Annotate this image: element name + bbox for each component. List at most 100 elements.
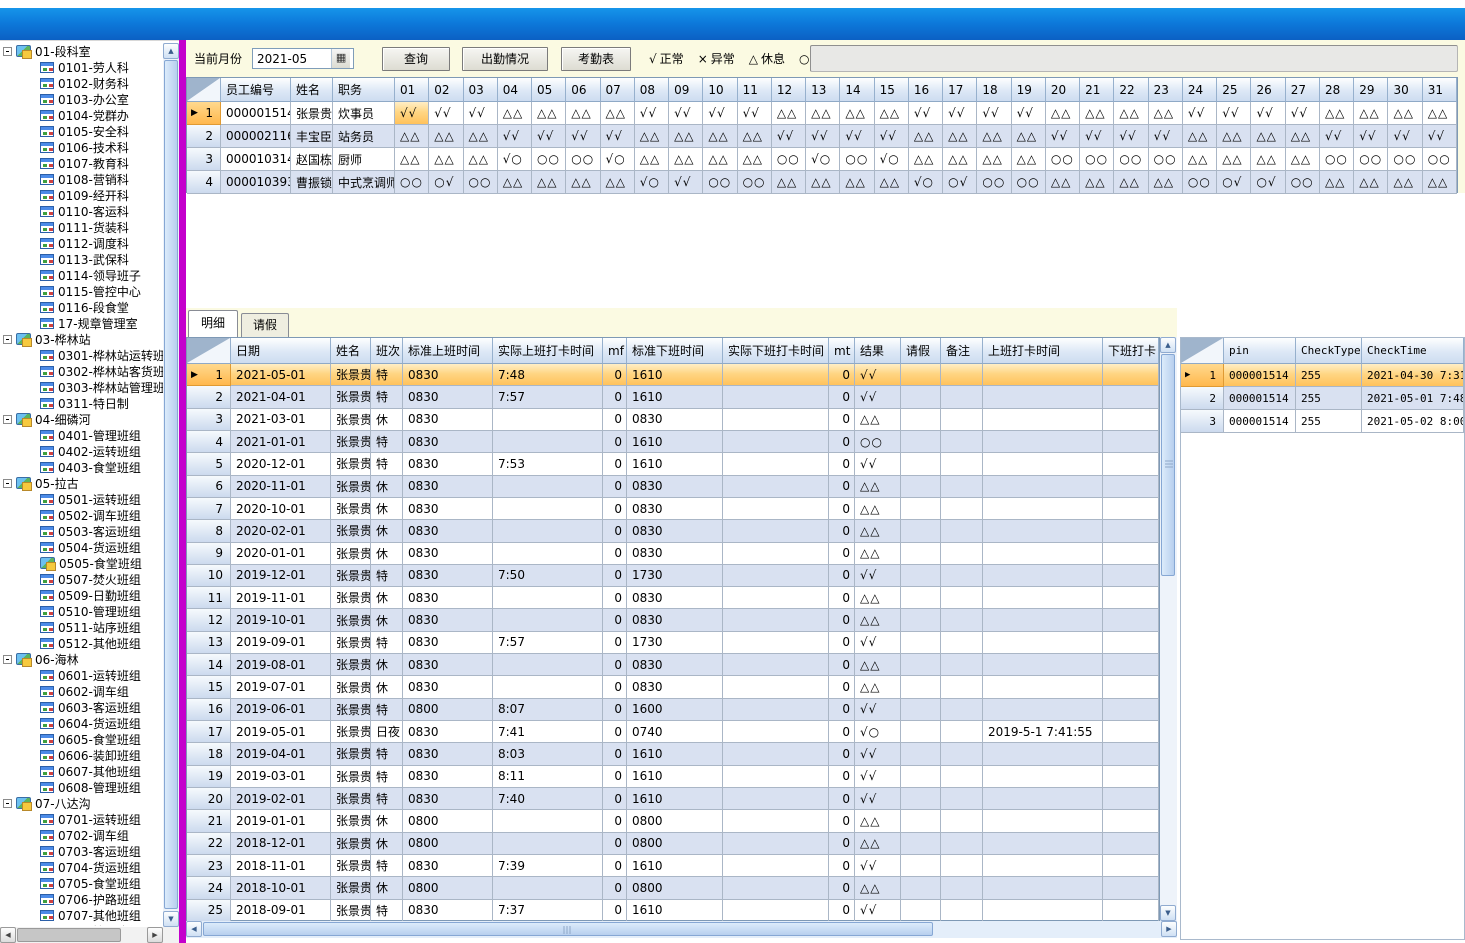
detail-cell[interactable]: 0800 — [627, 833, 723, 855]
day-column-header[interactable]: 07 — [601, 78, 635, 102]
tree-group-row[interactable]: 06-海林 — [0, 651, 163, 667]
detail-cell[interactable] — [941, 431, 983, 453]
detail-cell[interactable] — [1103, 743, 1159, 765]
row-header[interactable]: 15 — [187, 676, 231, 698]
detail-cell[interactable]: √√ — [855, 766, 901, 788]
detail-cell[interactable]: 0830 — [403, 676, 493, 698]
day-cell[interactable]: ○○ — [977, 171, 1011, 194]
detail-cell[interactable]: 0 — [829, 654, 855, 676]
day-cell[interactable]: △△ — [532, 102, 566, 125]
detail-cell[interactable] — [941, 788, 983, 810]
tree-item-row[interactable]: 0311-特日制 — [0, 395, 163, 411]
detail-cell[interactable] — [1103, 543, 1159, 565]
detail-cell[interactable]: 张景贵 — [331, 810, 371, 832]
day-cell[interactable]: △△ — [1286, 148, 1320, 171]
detail-cell[interactable]: 0830 — [403, 766, 493, 788]
detail-cell[interactable]: 休 — [371, 498, 403, 520]
day-cell[interactable]: ○√ — [1251, 171, 1285, 194]
row-header[interactable]: 19 — [187, 766, 231, 788]
detail-cell[interactable]: 0830 — [627, 609, 723, 631]
detail-cell[interactable]: 0830 — [403, 565, 493, 587]
row-header[interactable]: 3 — [1181, 410, 1224, 433]
tree-item-row[interactable]: 0604-货运班组 — [0, 715, 163, 731]
detail-cell[interactable]: 0740 — [627, 721, 723, 743]
detail-cell[interactable]: 1610 — [627, 453, 723, 475]
detail-cell[interactable] — [901, 476, 941, 498]
row-header[interactable]: 2 — [187, 386, 231, 408]
day-cell[interactable]: △△ — [1217, 148, 1251, 171]
day-cell[interactable]: △△ — [429, 125, 463, 148]
row-header[interactable]: 18 — [187, 743, 231, 765]
day-cell[interactable]: ○○ — [840, 148, 874, 171]
detail-cell[interactable]: 0830 — [403, 900, 493, 922]
detail-cell[interactable]: √√ — [855, 855, 901, 877]
detail-cell[interactable]: 张景贵 — [331, 386, 371, 408]
day-cell[interactable]: √√ — [669, 171, 703, 194]
detail-cell[interactable]: 1610 — [627, 900, 723, 922]
day-cell[interactable]: △△ — [464, 125, 498, 148]
day-cell[interactable]: √√ — [875, 125, 909, 148]
detail-cell[interactable] — [901, 453, 941, 475]
tree-main-splitter[interactable] — [179, 40, 186, 943]
detail-cell[interactable]: 0800 — [627, 877, 723, 899]
day-cell[interactable]: √√ — [669, 102, 703, 125]
detail-cell[interactable]: 1730 — [627, 565, 723, 587]
detail-cell[interactable] — [983, 498, 1103, 520]
detail-cell[interactable]: 2019-01-01 — [231, 810, 331, 832]
detail-cell[interactable] — [1103, 587, 1159, 609]
tree-group-row[interactable]: 05-拉古 — [0, 475, 163, 491]
day-cell[interactable]: △△ — [1354, 102, 1388, 125]
detail-cell[interactable] — [983, 676, 1103, 698]
day-cell[interactable]: △△ — [635, 148, 669, 171]
day-cell[interactable]: ○○ — [532, 148, 566, 171]
collapse-icon[interactable] — [3, 47, 12, 56]
day-cell[interactable]: △△ — [943, 148, 977, 171]
day-cell[interactable]: √√ — [601, 125, 635, 148]
detail-cell[interactable]: 2019-08-01 — [231, 654, 331, 676]
day-cell[interactable]: △△ — [977, 125, 1011, 148]
day-column-header[interactable]: 03 — [464, 78, 498, 102]
detail-cell[interactable] — [1103, 409, 1159, 431]
detail-cell[interactable] — [983, 609, 1103, 631]
collapse-icon[interactable] — [3, 415, 12, 424]
detail-cell[interactable]: △△ — [855, 833, 901, 855]
detail-cell[interactable]: 0 — [603, 431, 627, 453]
day-column-header[interactable]: 09 — [669, 78, 703, 102]
day-cell[interactable]: √√ — [1388, 125, 1422, 148]
detail-cell[interactable]: 特 — [371, 855, 403, 877]
detail-cell[interactable]: 7:57 — [493, 632, 603, 654]
detail-cell[interactable]: 0 — [603, 364, 627, 386]
tab-detail[interactable]: 明细 — [188, 310, 238, 337]
row-header[interactable]: 9 — [187, 543, 231, 565]
tree-item-row[interactable]: 0106-技术科 — [0, 139, 163, 155]
row-header[interactable]: 2 — [187, 125, 221, 148]
detail-cell[interactable]: 张景贵 — [331, 543, 371, 565]
day-cell[interactable]: √√ — [943, 102, 977, 125]
employee-title-cell[interactable]: 中式烹调师 — [333, 171, 395, 194]
detail-cell[interactable]: 0830 — [627, 587, 723, 609]
detail-cell[interactable]: 0 — [603, 721, 627, 743]
detail-cell[interactable]: 张景贵 — [331, 632, 371, 654]
tree-item-row[interactable]: 0605-食堂班组 — [0, 731, 163, 747]
row-header[interactable]: 7 — [187, 498, 231, 520]
detail-cell[interactable]: 1610 — [627, 766, 723, 788]
detail-cell[interactable] — [1103, 855, 1159, 877]
day-cell[interactable]: △△ — [1320, 102, 1354, 125]
day-cell[interactable]: △△ — [1080, 102, 1114, 125]
detail-cell[interactable]: 2020-12-01 — [231, 453, 331, 475]
detail-cell[interactable]: △△ — [855, 877, 901, 899]
detail-cell[interactable]: 2019-5-1 7:41:55 — [983, 721, 1103, 743]
detail-cell[interactable] — [983, 788, 1103, 810]
day-cell[interactable]: △△ — [635, 125, 669, 148]
column-header[interactable]: 结果 — [855, 338, 901, 364]
detail-cell[interactable]: 2020-02-01 — [231, 520, 331, 542]
detail-cell[interactable] — [723, 676, 829, 698]
day-cell[interactable]: △△ — [498, 171, 532, 194]
detail-cell[interactable] — [983, 364, 1103, 386]
detail-cell[interactable]: 0 — [603, 766, 627, 788]
column-header[interactable]: 姓名 — [331, 338, 371, 364]
detail-cell[interactable] — [983, 654, 1103, 676]
detail-cell[interactable]: 0 — [829, 632, 855, 654]
tree-item-row[interactable]: 0706-护路班组 — [0, 891, 163, 907]
detail-cell[interactable] — [941, 877, 983, 899]
